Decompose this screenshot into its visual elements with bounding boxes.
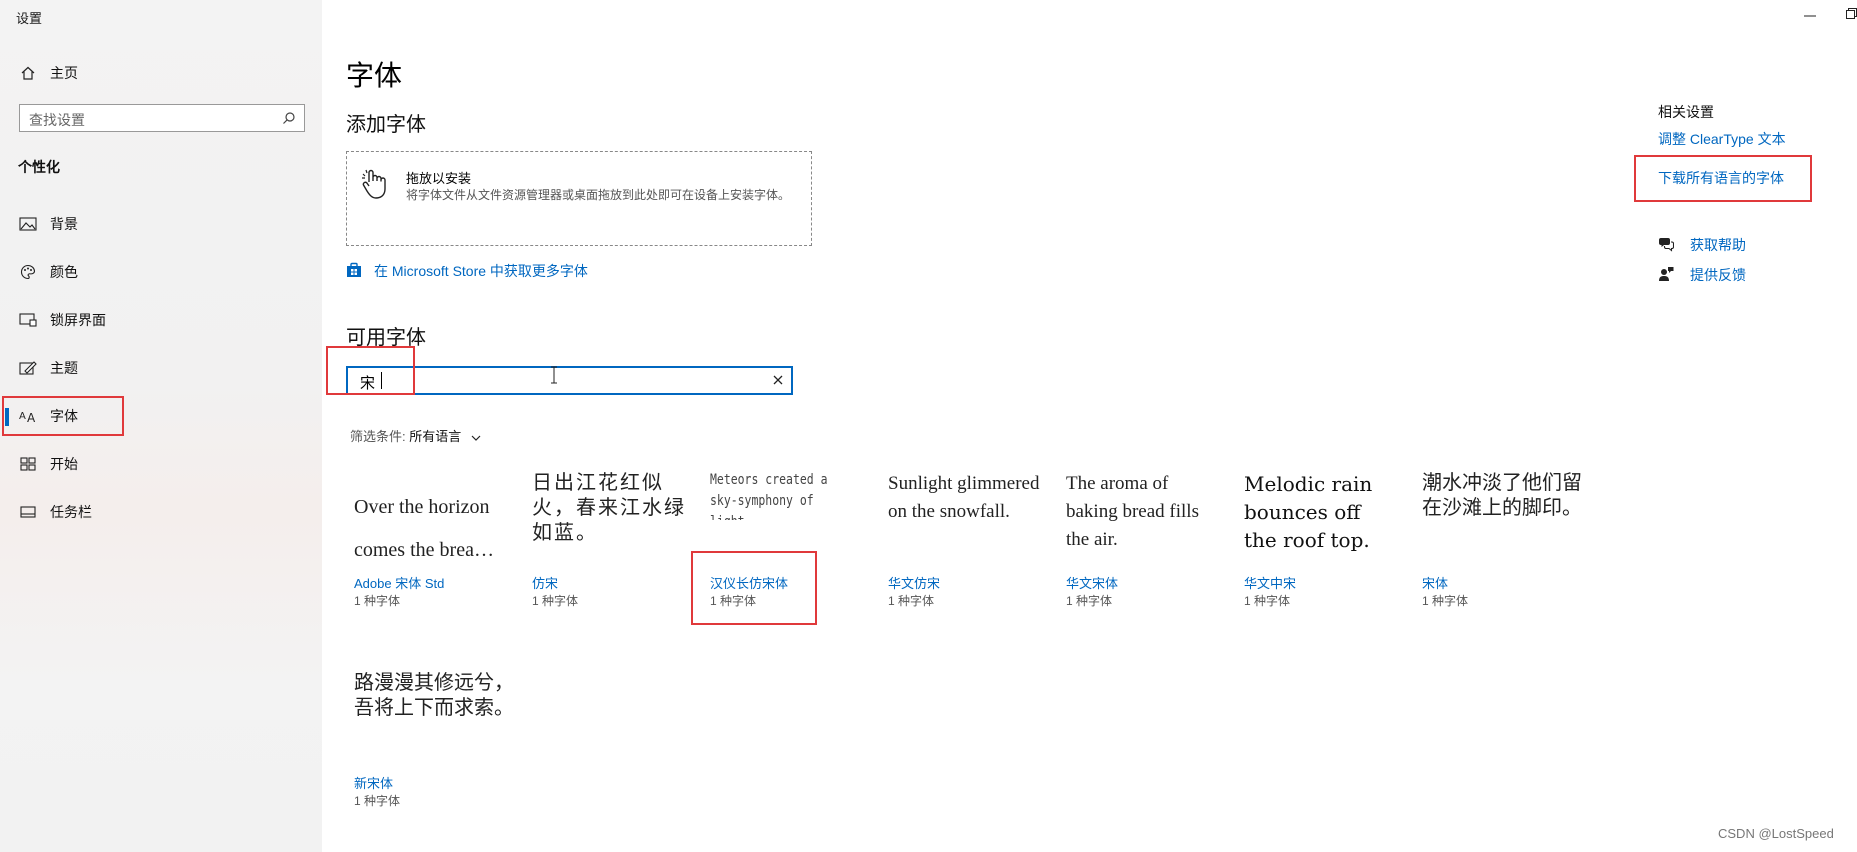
- font-sample: Over the horizon comes the brea…: [354, 496, 494, 561]
- font-name: 华文宋体: [1066, 576, 1119, 591]
- sidebar-item-label: 颜色: [50, 264, 78, 280]
- sidebar-item-label: 锁屏界面: [50, 312, 106, 328]
- font-sample: The aroma of baking bread fills the air.: [1066, 473, 1199, 550]
- lock-screen-icon: [18, 311, 38, 329]
- related-settings-heading: 相关设置: [1658, 104, 1714, 120]
- sidebar-item-background[interactable]: 背景: [0, 204, 322, 244]
- sidebar-item-label: 主题: [50, 360, 78, 376]
- theme-icon: [18, 359, 38, 377]
- font-card-simsun[interactable]: 潮水冲淡了他们留在沙滩上的脚印。 宋体 1 种字体: [1422, 470, 1582, 616]
- font-card-stzhongsong[interactable]: Melodic rain bounces off the roof top. 华…: [1244, 470, 1404, 616]
- palette-icon: [18, 263, 38, 281]
- sidebar-item-home[interactable]: 主页: [0, 60, 322, 86]
- font-count: 1 种字体: [1422, 594, 1469, 608]
- language-filter-dropdown[interactable]: 筛选条件: 所有语言: [350, 426, 481, 445]
- cleartype-link[interactable]: 调整 ClearType 文本: [1658, 129, 1786, 149]
- sidebar-item-label: 主页: [50, 65, 78, 81]
- search-placeholder: 查找设置: [29, 112, 85, 128]
- font-card-stsong[interactable]: The aroma of baking bread fills the air.…: [1066, 470, 1226, 616]
- sidebar-item-lock-screen[interactable]: 锁屏界面: [0, 300, 322, 340]
- drop-zone-title: 拖放以安装: [406, 171, 472, 186]
- taskbar-icon: [18, 503, 38, 521]
- image-icon: [18, 215, 38, 233]
- font-card-stfangsong[interactable]: Sunlight glimmered on the snowfall. 华文仿宋…: [888, 470, 1048, 616]
- font-name: 宋体: [1422, 576, 1449, 591]
- highlight-box-font-card: [691, 551, 817, 625]
- font-name: 仿宋: [532, 576, 559, 591]
- settings-search-input[interactable]: 查找设置: [19, 104, 305, 132]
- search-icon: [283, 112, 295, 124]
- drop-zone-description: 将字体文件从文件资源管理器或桌面拖放到此处即可在设备上安装字体。: [406, 188, 791, 202]
- font-sample: 潮水冲淡了他们留在沙滩上的脚印。: [1422, 470, 1582, 519]
- drag-hand-icon: [362, 169, 386, 199]
- font-sample: 日出江花红似火，春来江水绿如蓝。: [532, 470, 686, 544]
- highlight-box-fonts-nav: [2, 396, 124, 436]
- font-drop-zone[interactable]: 拖放以安装 将字体文件从文件资源管理器或桌面拖放到此处即可在设备上安装字体。: [346, 151, 812, 246]
- font-sample: Sunlight glimmered on the snowfall.: [888, 473, 1040, 522]
- font-name: 华文仿宋: [888, 576, 941, 591]
- restore-icon[interactable]: [1846, 8, 1857, 19]
- filter-value: 所有语言: [409, 429, 462, 444]
- font-card-adobe-song[interactable]: Over the horizon comes the brea… Adobe 宋…: [354, 486, 514, 616]
- font-sample: Melodic rain bounces off the roof top.: [1244, 472, 1373, 552]
- watermark: CSDN @LostSpeed: [1718, 826, 1834, 841]
- start-icon: [18, 455, 38, 473]
- highlight-box-search: [326, 346, 415, 395]
- font-count: 1 种字体: [1244, 594, 1291, 608]
- sidebar-item-label: 背景: [50, 216, 78, 232]
- help-chat-icon: [1659, 238, 1674, 252]
- sidebar-item-label: 任务栏: [50, 504, 92, 520]
- sidebar-item-taskbar[interactable]: 任务栏: [0, 492, 322, 532]
- font-sample: 路漫漫其修远兮，吾将上下而求索。: [354, 670, 514, 719]
- feedback-icon: [1659, 267, 1674, 281]
- home-icon: [18, 64, 38, 82]
- page-title: 字体: [346, 60, 403, 91]
- sidebar-item-colors[interactable]: 颜色: [0, 252, 322, 292]
- font-count: 1 种字体: [532, 594, 579, 608]
- highlight-box-download-link: [1634, 155, 1812, 202]
- font-count: 1 种字体: [1066, 594, 1113, 608]
- font-name: Adobe 宋体 Std: [354, 576, 445, 591]
- font-count: 1 种字体: [354, 594, 401, 608]
- font-card-fangsong[interactable]: 日出江花红似火，春来江水绿如蓝。 仿宋 1 种字体: [532, 470, 692, 616]
- font-name: 华文中宋: [1244, 576, 1297, 591]
- store-icon: [347, 262, 361, 277]
- mouse-ibeam-cursor-icon: [551, 366, 557, 384]
- sidebar-item-label: 开始: [50, 456, 78, 472]
- get-help-label: 获取帮助: [1690, 237, 1746, 253]
- font-sample: Meteors created a sky-symphony of light.: [710, 472, 828, 520]
- font-count: 1 种字体: [888, 594, 935, 608]
- sidebar-item-start[interactable]: 开始: [0, 444, 322, 484]
- section-title: 个性化: [18, 159, 60, 175]
- font-count: 1 种字体: [354, 794, 401, 808]
- store-link-label: 在 Microsoft Store 中获取更多字体: [374, 263, 588, 279]
- add-fonts-heading: 添加字体: [346, 114, 426, 136]
- filter-label: 筛选条件:: [350, 429, 406, 444]
- give-feedback-label: 提供反馈: [1690, 267, 1746, 283]
- font-name: 新宋体: [354, 776, 394, 791]
- window-title: 设置: [16, 11, 43, 26]
- font-card-nsimsun[interactable]: 路漫漫其修远兮，吾将上下而求索。 新宋体 1 种字体: [354, 670, 514, 816]
- clear-icon[interactable]: [771, 373, 785, 387]
- sidebar-item-themes[interactable]: 主题: [0, 348, 322, 388]
- chevron-down-icon: [471, 435, 481, 441]
- minimize-icon[interactable]: [1801, 6, 1819, 24]
